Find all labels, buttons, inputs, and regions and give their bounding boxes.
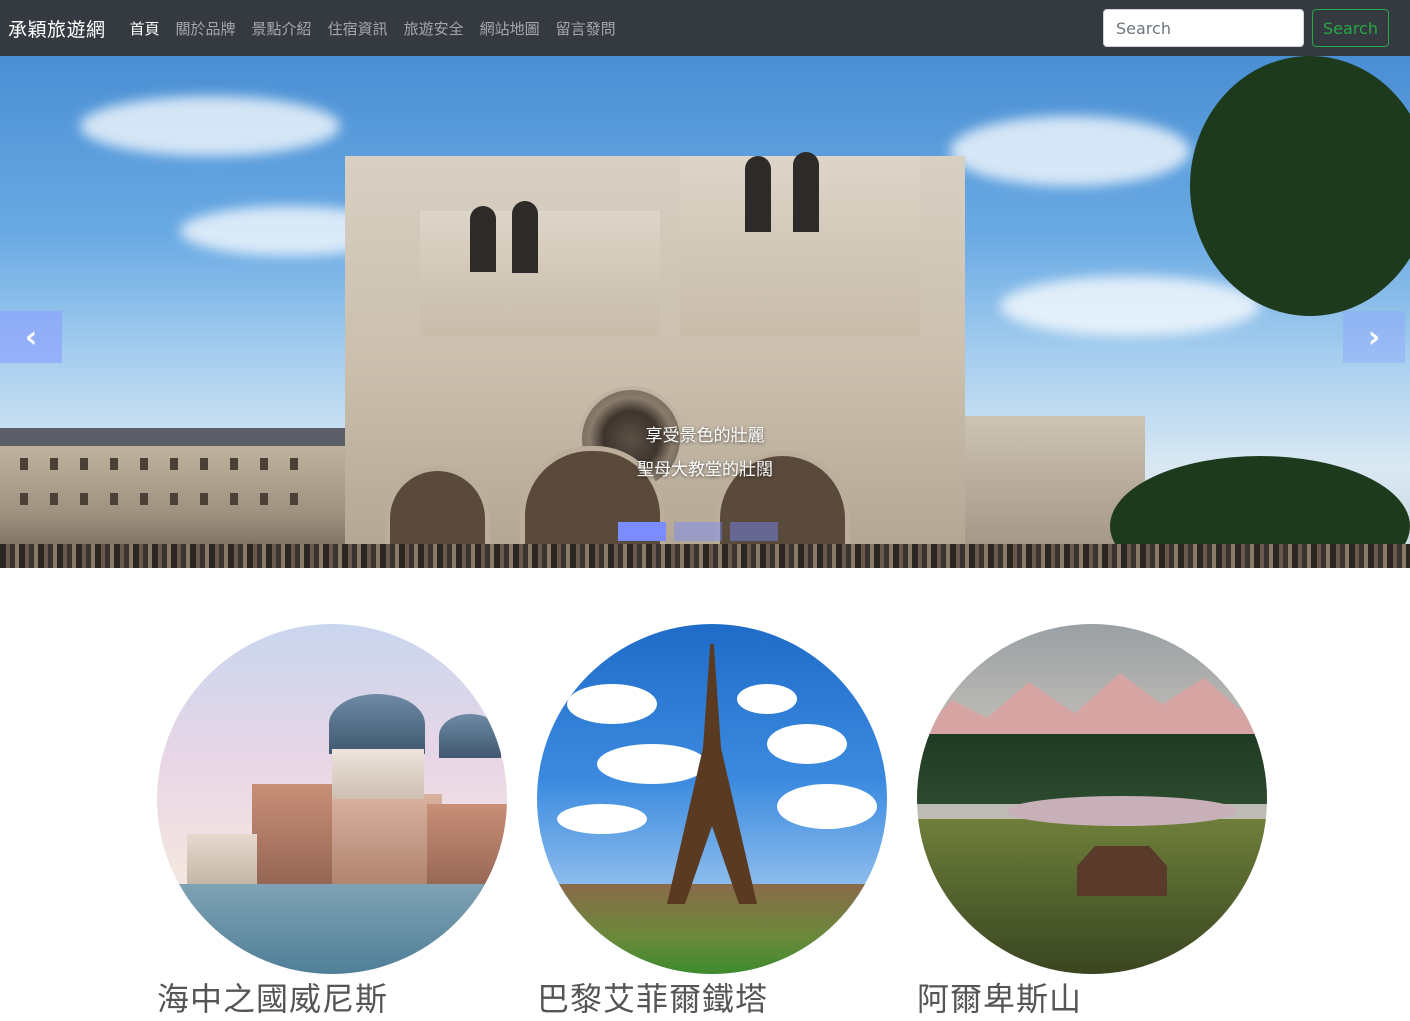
search-input[interactable] <box>1103 9 1304 47</box>
chevron-right-icon: › <box>1367 319 1381 355</box>
feature-image-alps[interactable] <box>917 624 1267 974</box>
nav-item-sitemap[interactable]: 網站地圖 <box>472 18 548 39</box>
featured-destinations: 海中之國威尼斯 巴黎艾菲爾鐵塔 阿爾卑斯山 <box>0 568 1410 1021</box>
cathedral-tower-left <box>420 211 660 336</box>
crowd <box>0 544 1410 568</box>
feature-title-eiffel-tower[interactable]: 巴黎艾菲爾鐵塔 <box>537 974 768 1020</box>
feature-title-alps[interactable]: 阿爾卑斯山 <box>917 974 1082 1020</box>
feature-card-venice: 海中之國威尼斯 <box>157 624 507 1018</box>
carousel-prev-button[interactable]: ‹ <box>0 311 62 363</box>
tower-window <box>793 152 819 232</box>
chevron-left-icon: ‹ <box>24 319 38 355</box>
nav-item-attractions[interactable]: 景點介紹 <box>244 18 320 39</box>
top-navbar: 承穎旅遊網 首頁 關於品牌 景點介紹 住宿資訊 旅遊安全 網站地圖 留言發問 S… <box>0 0 1410 56</box>
feature-card-eiffel-tower: 巴黎艾菲爾鐵塔 <box>537 624 887 1018</box>
nav-item-about-brand[interactable]: 關於品牌 <box>168 18 244 39</box>
carousel-indicators <box>618 522 786 541</box>
search-form: Search <box>1103 9 1410 47</box>
tower-window <box>512 201 538 273</box>
tower-window <box>745 156 771 232</box>
carousel-indicator[interactable] <box>674 522 722 541</box>
feature-image-venice[interactable] <box>157 624 507 974</box>
carousel-caption-title: 享受景色的壯麗 <box>645 426 765 446</box>
carousel-indicator[interactable] <box>618 522 666 541</box>
cloud <box>1000 276 1260 336</box>
carousel-indicator[interactable] <box>730 522 778 541</box>
nav-item-contact[interactable]: 留言發問 <box>548 18 624 39</box>
carousel-next-button[interactable]: › <box>1343 311 1405 363</box>
feature-image-eiffel-tower[interactable] <box>537 624 887 974</box>
cloud <box>950 116 1190 186</box>
search-button[interactable]: Search <box>1312 9 1389 47</box>
feature-title-venice[interactable]: 海中之國威尼斯 <box>157 974 388 1020</box>
cloud <box>80 96 340 156</box>
feature-card-alps: 阿爾卑斯山 <box>917 624 1267 1018</box>
nav-item-travel-safety[interactable]: 旅遊安全 <box>396 18 472 39</box>
tower-window <box>470 206 496 272</box>
carousel-caption-subtitle: 聖母大教堂的壯闊 <box>637 460 773 480</box>
hero-carousel: 享受景色的壯麗 聖母大教堂的壯闊 ‹ › <box>0 56 1410 568</box>
nav-item-home[interactable]: 首頁 <box>122 18 168 39</box>
site-brand[interactable]: 承穎旅遊網 <box>8 15 106 42</box>
nav-item-accommodation[interactable]: 住宿資訊 <box>320 18 396 39</box>
